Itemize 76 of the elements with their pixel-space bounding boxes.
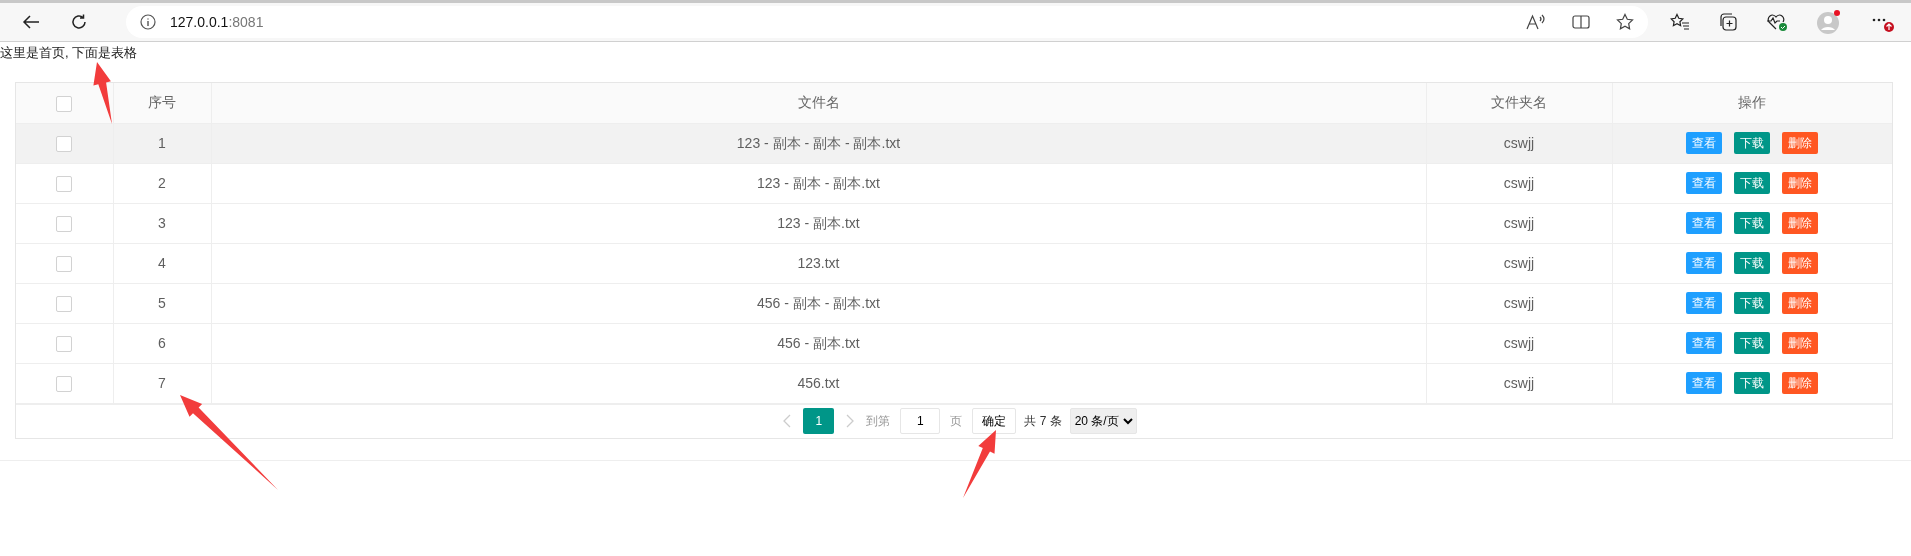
view-button[interactable]: 查看 [1686, 252, 1723, 274]
address-bar[interactable]: 127.0.0.1:8081 [126, 6, 1648, 38]
view-button[interactable]: 查看 [1686, 292, 1723, 314]
checkbox[interactable] [56, 375, 73, 392]
page-size-select[interactable]: 20 条/页 [1069, 408, 1137, 434]
checkbox[interactable] [56, 255, 73, 272]
confirm-button[interactable]: 确定 [972, 408, 1017, 434]
collections-icon[interactable] [1718, 12, 1738, 32]
view-button[interactable]: 查看 [1686, 132, 1723, 154]
column-header: 操作 [1738, 94, 1767, 111]
column-header: 序号 [148, 94, 176, 111]
annotation-arrow [93, 62, 112, 124]
table-cell: 3 [158, 214, 166, 231]
profile-avatar[interactable] [1816, 9, 1842, 35]
download-button[interactable]: 下载 [1734, 212, 1771, 234]
star-icon[interactable] [1616, 13, 1634, 31]
view-button[interactable]: 查看 [1686, 172, 1723, 194]
back-icon [22, 14, 40, 30]
delete-button[interactable]: 删除 [1782, 292, 1819, 314]
table-cell: 1 [158, 134, 166, 151]
delete-button[interactable]: 删除 [1782, 372, 1819, 394]
delete-button[interactable]: 删除 [1782, 172, 1819, 194]
checkbox[interactable] [56, 295, 73, 312]
view-button[interactable]: 查看 [1686, 372, 1723, 394]
checkbox[interactable] [56, 175, 73, 192]
table-cell: cswjj [1503, 294, 1535, 311]
table-cell: cswjj [1503, 134, 1535, 151]
view-button[interactable]: 查看 [1686, 212, 1723, 234]
info-icon [140, 14, 156, 30]
page-input[interactable]: 1 [900, 408, 941, 434]
column-header: 文件名 [797, 94, 840, 111]
column-header: 文件夹名 [1491, 94, 1547, 111]
table-cell: 123.txt [797, 254, 840, 271]
annotation-arrow [963, 430, 996, 498]
checkbox[interactable] [56, 95, 73, 112]
delete-button[interactable]: 删除 [1782, 252, 1819, 274]
heart-pulse-icon[interactable] [1766, 12, 1788, 32]
table-cell: 123 - 副本 - 副本 - 副本.txt [736, 134, 901, 151]
table-cell: cswjj [1503, 254, 1535, 271]
table-cell: 123 - 副本 - 副本.txt [757, 174, 880, 191]
checkbox[interactable] [56, 215, 73, 232]
delete-button[interactable]: 删除 [1782, 132, 1819, 154]
delete-button[interactable]: 删除 [1782, 332, 1819, 354]
favorites-icon[interactable] [1670, 13, 1690, 31]
table-cell: 456.txt [797, 374, 840, 391]
goto-label: 到第 [866, 413, 891, 430]
split-screen-icon[interactable] [1572, 14, 1590, 30]
total-count: 共 7 条 [1024, 413, 1062, 430]
download-button[interactable]: 下载 [1734, 132, 1771, 154]
read-aloud-icon[interactable] [1526, 14, 1546, 30]
checkbox[interactable] [56, 135, 73, 152]
table-cell: 2 [158, 174, 166, 191]
table-cell: cswjj [1503, 334, 1535, 351]
table-cell: 7 [158, 374, 166, 391]
table-cell: cswjj [1503, 174, 1535, 191]
url-text: 127.0.0.1:8081 [170, 12, 264, 32]
table-cell: 456 - 副本.txt [777, 334, 860, 351]
table-cell: cswjj [1503, 214, 1535, 231]
view-button[interactable]: 查看 [1686, 332, 1723, 354]
download-button[interactable]: 下载 [1734, 252, 1771, 274]
table-cell: 6 [158, 334, 166, 351]
delete-button[interactable]: 删除 [1782, 212, 1819, 234]
table-cell: cswjj [1503, 374, 1535, 391]
reload-icon [70, 13, 88, 31]
table-cell: 456 - 副本 - 副本.txt [757, 294, 880, 311]
download-button[interactable]: 下载 [1734, 372, 1771, 394]
download-button[interactable]: 下载 [1734, 332, 1771, 354]
table-cell: 123 - 副本.txt [777, 214, 860, 231]
download-button[interactable]: 下载 [1734, 172, 1771, 194]
checkbox[interactable] [56, 335, 73, 352]
page-button[interactable]: 1 [803, 408, 835, 434]
download-button[interactable]: 下载 [1734, 292, 1771, 314]
intro-text: 这里是首页, 下面是表格 [0, 44, 139, 62]
table-cell: 4 [158, 254, 166, 271]
table-cell: 5 [158, 294, 166, 311]
page-label: 页 [950, 413, 963, 430]
